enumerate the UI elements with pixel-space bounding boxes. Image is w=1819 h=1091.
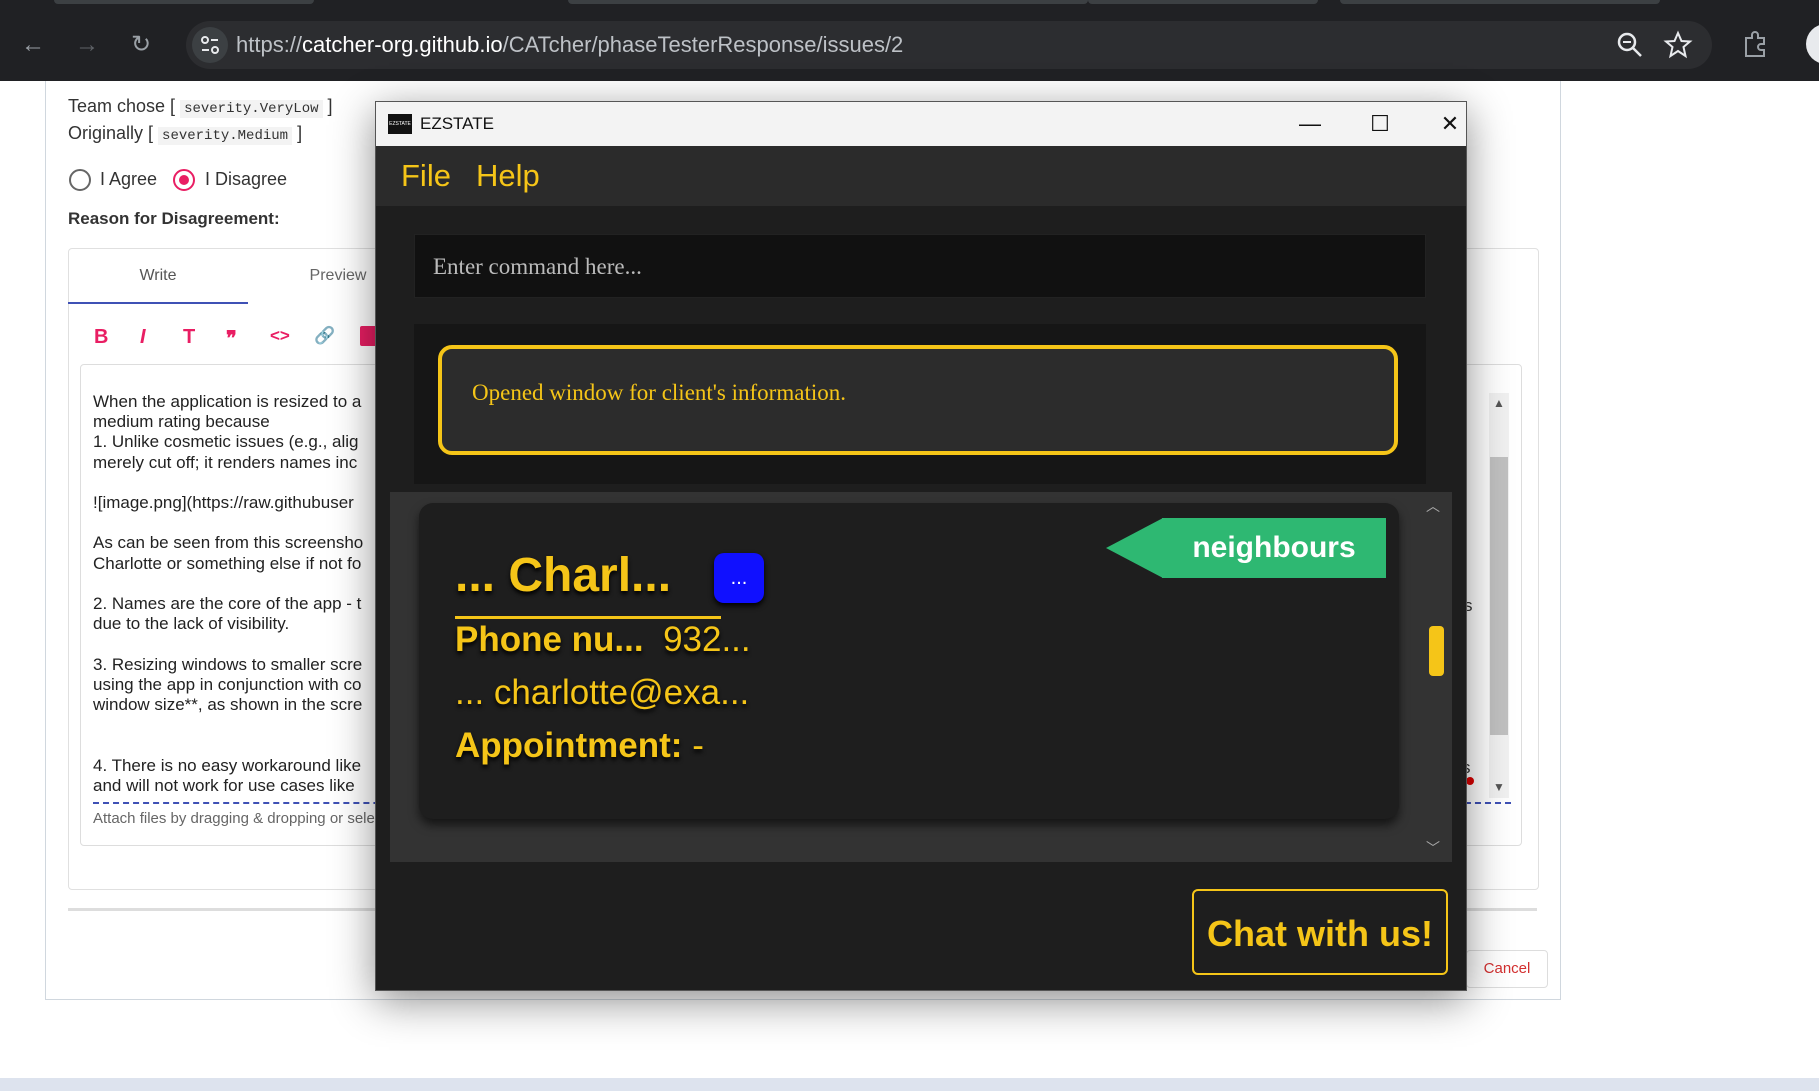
browser-tab[interactable] xyxy=(568,0,1088,4)
editor-line: using the app in conjunction with co xyxy=(93,674,362,694)
name-underline xyxy=(455,616,721,619)
browser-tab[interactable] xyxy=(1340,0,1660,4)
originally-row: Originally [ severity.Medium ] xyxy=(68,123,303,145)
editor-line: 1. Unlike cosmetic issues (e.g., alig xyxy=(93,432,359,452)
editor-line: 2. Names are the core of the app - t xyxy=(93,594,362,613)
code-button[interactable]: <> xyxy=(270,326,290,346)
appointment-value: - xyxy=(692,726,704,765)
editor-line: ![image.png](https://raw.githubuser xyxy=(93,493,354,512)
team-chose-label: Team chose [ xyxy=(68,96,176,116)
command-input[interactable]: Enter command here... xyxy=(414,234,1426,298)
phone-row: Phone nu... 932... xyxy=(455,620,751,660)
italic-button[interactable]: I xyxy=(140,326,146,349)
editor-line: merely cut off; it renders names inc xyxy=(93,452,358,472)
browser-toolbar: ← → ↻ https://catcher-org.github.io/CATc… xyxy=(0,0,1819,81)
disagree-radio[interactable] xyxy=(173,169,195,191)
window-title: EZSTATE xyxy=(420,114,494,133)
ezstate-window: EZSTATE EZSTATE — ☐ ✕ File Help Enter co… xyxy=(375,101,1467,991)
scroll-down-icon[interactable]: ▼ xyxy=(1493,780,1505,794)
menu-bar: File Help xyxy=(376,146,1466,206)
bold-button[interactable]: B xyxy=(94,326,108,349)
chat-button[interactable]: Chat with us! xyxy=(1192,889,1448,975)
address-bar[interactable]: https://catcher-org.github.io/CATcher/ph… xyxy=(186,21,1712,69)
team-chose-value: severity.VeryLow xyxy=(180,100,323,118)
client-name: ... Charl... xyxy=(455,549,672,602)
taskbar xyxy=(0,1078,1819,1091)
scroll-up-icon[interactable]: ▲ xyxy=(1493,396,1505,410)
editor-line: As can be seen from this screensho xyxy=(93,533,364,553)
chevron-up-icon[interactable]: ︿ xyxy=(1426,496,1440,516)
profile-avatar[interactable] xyxy=(1806,24,1819,64)
quote-button[interactable]: ❞ xyxy=(226,326,237,351)
maximize-button[interactable]: ☐ xyxy=(1358,108,1402,140)
url-host: catcher-org.github.io xyxy=(302,32,503,57)
forward-button[interactable]: → xyxy=(72,30,102,60)
appointment-label: Appointment: xyxy=(455,726,683,765)
link-button[interactable]: 🔗 xyxy=(314,326,335,346)
extensions-icon[interactable] xyxy=(1738,28,1772,62)
agree-radio[interactable] xyxy=(69,169,91,191)
team-chose-row: Team chose [ severity.VeryLow ] xyxy=(68,96,333,118)
list-scrollbar[interactable] xyxy=(1414,492,1438,862)
agree-label: I Agree xyxy=(100,169,158,189)
back-button[interactable]: ← xyxy=(18,30,48,60)
url-text[interactable]: https://catcher-org.github.io/CATcher/ph… xyxy=(236,32,903,58)
app-logo-icon: EZSTATE xyxy=(388,114,412,134)
editor-line: window size**, as shown in the scre xyxy=(93,695,363,714)
url-scheme: https:// xyxy=(236,32,303,57)
tag-label: neighbours xyxy=(1162,518,1386,578)
menu-file[interactable]: File xyxy=(401,158,451,194)
phone-label: Phone nu... xyxy=(455,620,644,659)
minimize-button[interactable]: — xyxy=(1288,108,1332,140)
tag-arrow-icon xyxy=(1106,518,1163,578)
reload-button[interactable]: ↻ xyxy=(126,30,156,60)
site-info-icon[interactable] xyxy=(192,27,228,63)
editor-line: medium rating because xyxy=(93,412,270,432)
bracket-close: ] xyxy=(297,123,303,143)
bracket-close: ] xyxy=(327,96,333,116)
menu-help[interactable]: Help xyxy=(476,158,540,194)
editor-line: 4. There is no easy workaround like xyxy=(93,755,362,775)
heading-button[interactable]: T xyxy=(183,326,195,349)
originally-label: Originally [ xyxy=(68,123,154,143)
window-titlebar[interactable]: EZSTATE EZSTATE — ☐ ✕ xyxy=(376,102,1466,146)
chevron-down-icon[interactable]: ﹀ xyxy=(1426,838,1440,858)
list-scrollbar-thumb[interactable] xyxy=(1429,626,1444,676)
editor-line: due to the lack of visibility. xyxy=(93,614,290,634)
browser-tab[interactable] xyxy=(54,0,314,4)
editor-line: 3. Resizing windows to smaller scre xyxy=(93,654,363,674)
close-button[interactable]: ✕ xyxy=(1428,108,1472,140)
client-email: ... charlotte@exa... xyxy=(455,673,750,712)
client-tag: neighbours xyxy=(1106,518,1386,578)
originally-value: severity.Medium xyxy=(158,127,293,145)
phone-value: 932... xyxy=(663,620,751,659)
more-button[interactable]: ... xyxy=(714,553,764,603)
editor-line: Charlotte or something else if not fo xyxy=(93,553,362,573)
disagree-label: I Disagree xyxy=(205,169,288,189)
tab-strip xyxy=(0,0,1819,8)
reason-label: Reason for Disagreement: xyxy=(68,209,280,228)
cancel-button[interactable]: Cancel xyxy=(1466,950,1548,988)
zoom-icon[interactable] xyxy=(1614,29,1646,61)
spellcheck-dot-icon xyxy=(1466,777,1474,785)
tab-write[interactable]: Write xyxy=(68,250,248,304)
url-path: /CATcher/phaseTesterResponse/issues/2 xyxy=(502,32,904,57)
editor-line: When the application is resized to a xyxy=(93,392,362,411)
star-icon[interactable] xyxy=(1662,29,1694,61)
attach-hint[interactable]: Attach files by dragging & dropping or s… xyxy=(93,810,382,827)
result-message: Opened window for client's information. xyxy=(472,380,846,405)
appointment-row: Appointment: - xyxy=(455,726,704,766)
editor-line: and will not work for use cases like xyxy=(93,775,355,795)
editor-scrollbar-thumb[interactable] xyxy=(1490,457,1508,735)
browser-tab[interactable] xyxy=(1088,0,1318,4)
